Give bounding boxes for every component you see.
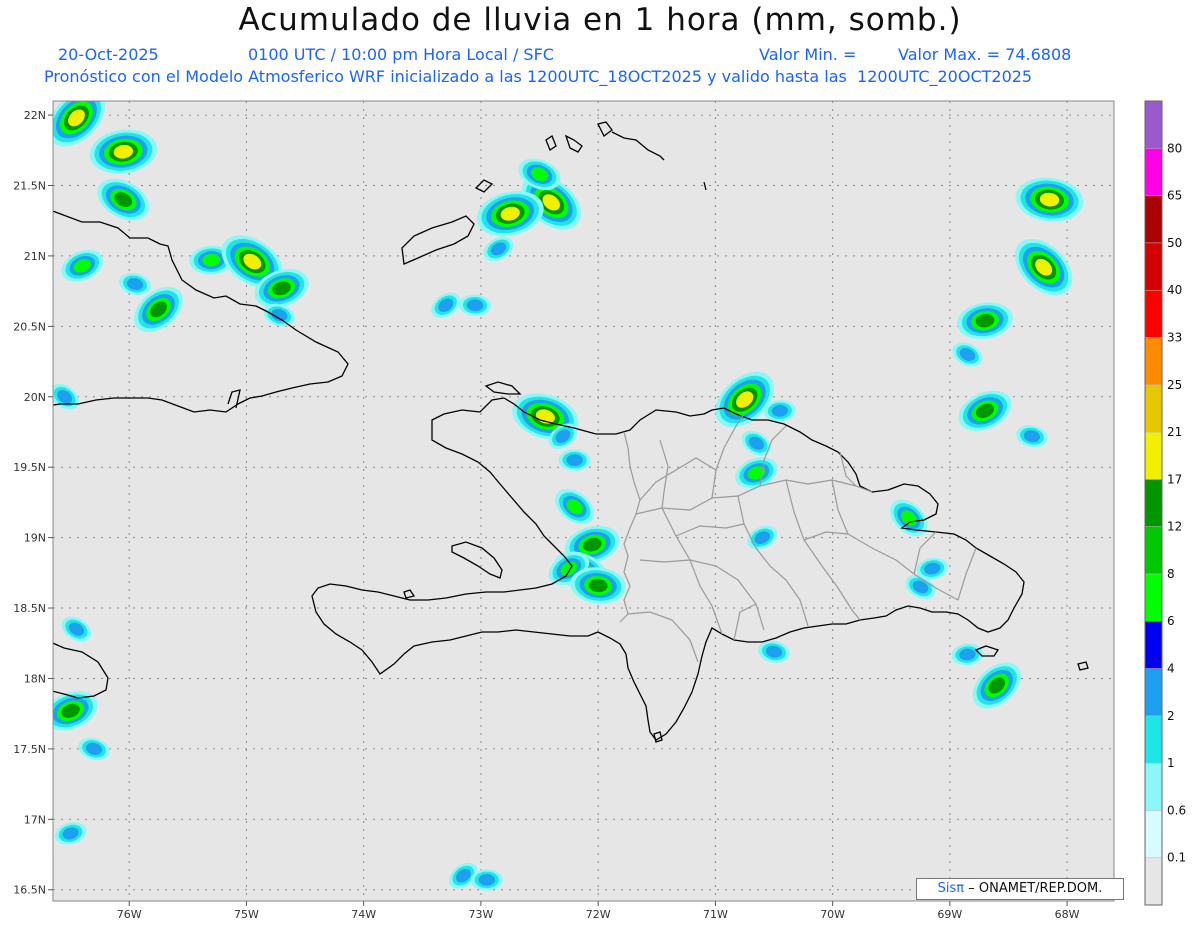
- credit-text: – ONAMET/REP.DOM.: [968, 881, 1103, 896]
- lon-tick-label: 75W: [234, 908, 259, 921]
- lat-tick-label: 21.5N: [13, 180, 46, 193]
- latitude-axis: 22N 21.5N 21N 20.5N 20N 19.5N 19N 18.5N 18N 17.5N…: [13, 109, 53, 897]
- colorbar-label: 12: [1167, 520, 1182, 534]
- colorbar-label: 17: [1167, 472, 1182, 486]
- brand-logo: Sisπ: [937, 881, 965, 896]
- cuba-bay-west: [36, 200, 52, 214]
- colorbar-swatch: [1144, 810, 1163, 858]
- lat-tick-label: 16.5N: [13, 884, 46, 897]
- colorbar-swatch: [1144, 620, 1163, 669]
- colorbar-label: 0.1: [1167, 851, 1186, 865]
- lat-tick-label: 19N: [24, 532, 46, 545]
- colorbar-swatch: [1144, 479, 1163, 527]
- rain-cell: [470, 869, 503, 891]
- colorbar-label: 80: [1167, 141, 1182, 155]
- rainfall-map: 22N 21.5N 21N 20.5N 20N 19.5N 19N 18.5N 18N 17.5N…: [13, 100, 1186, 921]
- colorbar: 0.10.612468121721253340506580: [1144, 100, 1186, 906]
- colorbar-label: 8: [1167, 567, 1175, 581]
- lat-tick-label: 18N: [24, 672, 46, 685]
- lon-tick-label: 72W: [586, 908, 611, 921]
- colorbar-swatch: [1144, 857, 1163, 906]
- colorbar-swatch: [1144, 431, 1163, 480]
- lon-tick-label: 74W: [351, 908, 376, 921]
- lat-tick-label: 17.5N: [13, 743, 46, 756]
- lon-tick-label: 68W: [1055, 908, 1080, 921]
- colorbar-label: 1: [1167, 756, 1175, 770]
- lon-tick-label: 70W: [820, 908, 845, 921]
- colorbar-label: 33: [1167, 330, 1182, 344]
- colorbar-swatch: [1144, 148, 1163, 196]
- colorbar-swatch: [1144, 337, 1163, 386]
- lat-tick-label: 18.5N: [13, 602, 46, 615]
- colorbar-label: 50: [1167, 236, 1182, 250]
- colorbar-label: 25: [1167, 378, 1182, 392]
- colorbar-swatch: [1144, 668, 1163, 717]
- colorbar-swatch: [1144, 715, 1163, 764]
- colorbar-swatch: [1144, 100, 1163, 149]
- colorbar-swatch: [1144, 242, 1163, 291]
- lat-tick-label: 21N: [24, 250, 46, 263]
- lat-tick-label: 19.5N: [13, 461, 46, 474]
- lat-tick-label: 22N: [24, 109, 46, 122]
- colorbar-label: 2: [1167, 709, 1175, 723]
- credit-box: Sisπ – ONAMET/REP.DOM.: [916, 878, 1124, 900]
- longitude-axis: 76W 75W 74W 73W 72W 71W 70W 69W 68W: [117, 901, 1080, 921]
- colorbar-label: 21: [1167, 425, 1182, 439]
- colorbar-swatch: [1144, 195, 1163, 244]
- colorbar-label: 4: [1167, 662, 1175, 676]
- colorbar-swatch: [1144, 384, 1163, 433]
- lon-tick-label: 71W: [703, 908, 728, 921]
- lat-tick-label: 20N: [24, 391, 46, 404]
- lon-tick-label: 69W: [937, 908, 962, 921]
- rain-contour: [478, 874, 496, 886]
- colorbar-swatch: [1144, 762, 1163, 811]
- lon-tick-label: 76W: [117, 908, 142, 921]
- lon-tick-label: 73W: [468, 908, 493, 921]
- colorbar-label: 0.6: [1167, 803, 1186, 817]
- colorbar-label: 65: [1167, 189, 1182, 203]
- colorbar-label: 40: [1167, 283, 1182, 297]
- colorbar-swatch: [1144, 573, 1163, 622]
- colorbar-swatch: [1144, 526, 1163, 575]
- colorbar-swatch: [1144, 289, 1163, 338]
- lat-tick-label: 17N: [24, 813, 46, 826]
- colorbar-label: 6: [1167, 614, 1175, 628]
- lat-tick-label: 20.5N: [13, 320, 46, 333]
